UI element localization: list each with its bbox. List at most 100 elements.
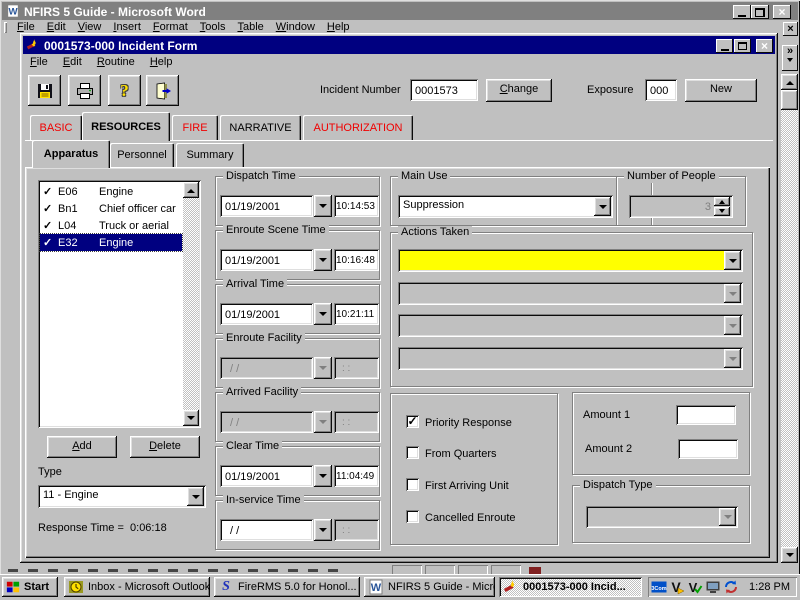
cancelled-enroute-checkbox[interactable] xyxy=(406,510,419,523)
task-word[interactable]: W NFIRS 5 Guide - Micro... xyxy=(364,577,495,597)
arrival-date-dropdown-button[interactable] xyxy=(314,303,332,325)
dialog-maximize-button[interactable] xyxy=(734,39,751,53)
dialog-menu-edit[interactable]: Edit xyxy=(57,55,88,69)
amount-1-field[interactable] xyxy=(676,405,736,425)
dialog-menu-file[interactable]: File xyxy=(24,55,54,69)
arrival-time-field[interactable]: 10:21:11 xyxy=(334,303,379,325)
word-menu-window[interactable]: Window xyxy=(270,20,321,34)
3com-tray-icon[interactable]: 3Com xyxy=(651,579,667,595)
number-of-people-spinner[interactable] xyxy=(714,197,730,216)
menubar-grip[interactable] xyxy=(4,22,7,33)
incident-form-titlebar[interactable]: 0001573-000 Incident Form × xyxy=(23,36,775,54)
subtab-summary[interactable]: Summary xyxy=(176,143,244,167)
virusscan-tray-icon[interactable]: V xyxy=(669,579,685,595)
save-button[interactable] xyxy=(28,75,61,106)
cancelled-enroute-label[interactable]: Cancelled Enroute xyxy=(425,512,516,524)
subtab-personnel[interactable]: Personnel xyxy=(110,143,174,167)
word-minimize-button[interactable] xyxy=(733,5,751,19)
apparatus-listbox[interactable]: ✓ E06 Engine ✓ Bn1 Chief officer car ✓ L… xyxy=(38,180,201,428)
word-menu-tools[interactable]: Tools xyxy=(194,20,232,34)
word-menu-table[interactable]: Table xyxy=(231,20,269,34)
delete-button[interactable]: Delete xyxy=(130,436,200,458)
list-item[interactable]: ✓ E06 Engine xyxy=(40,183,182,200)
from-quarters-checkbox[interactable] xyxy=(406,446,419,459)
display-tray-icon[interactable] xyxy=(705,579,721,595)
dialog-menu-routine[interactable]: Routine xyxy=(91,55,141,69)
clear-time-field[interactable]: 11:04:49 xyxy=(334,465,379,487)
main-use-dropdown-button[interactable] xyxy=(594,197,611,216)
exit-button[interactable] xyxy=(146,75,179,106)
dialog-close-button[interactable]: × xyxy=(756,39,773,53)
enroute-scene-time-field[interactable]: 10:16:48 xyxy=(334,249,379,271)
enroute-scene-date-field[interactable]: 01/19/2001 xyxy=(220,249,313,271)
action-taken-1-dropdown-button[interactable] xyxy=(724,251,741,270)
help-button[interactable]: ? xyxy=(108,75,141,106)
add-button[interactable]: Add xyxy=(47,436,117,458)
word-menu-insert[interactable]: Insert xyxy=(107,20,147,34)
in-service-date-dropdown-button[interactable] xyxy=(314,519,332,541)
list-scroll-down-button[interactable] xyxy=(183,410,199,426)
start-button[interactable]: Start xyxy=(2,577,58,597)
print-button[interactable] xyxy=(68,75,101,106)
enroute-scene-date-dropdown-button[interactable] xyxy=(314,249,332,271)
type-dropdown-button[interactable] xyxy=(187,487,204,506)
in-service-date-field[interactable]: / / xyxy=(220,519,313,541)
dialog-minimize-button[interactable] xyxy=(716,39,733,53)
vshield-tray-icon[interactable]: V xyxy=(687,579,703,595)
word-close-button[interactable]: × xyxy=(773,5,791,19)
sync-tray-icon[interactable] xyxy=(723,579,739,595)
main-use-dropdown[interactable]: Suppression xyxy=(398,195,613,218)
scrollbar-thumb[interactable] xyxy=(781,90,798,110)
task-firerms[interactable]: S FireRMS 5.0 for Honol... xyxy=(214,577,360,597)
list-scroll-up-button[interactable] xyxy=(183,182,199,198)
spin-down-button[interactable] xyxy=(714,207,730,216)
tab-basic[interactable]: BASIC xyxy=(30,115,82,140)
exposure-field[interactable]: 000 xyxy=(645,79,677,101)
dispatch-date-field[interactable]: 01/19/2001 xyxy=(220,195,313,217)
word-menu-view[interactable]: View xyxy=(72,20,108,34)
list-item[interactable]: ✓ L04 Truck or aerial xyxy=(40,217,182,234)
new-button[interactable]: New xyxy=(685,79,757,102)
word-menu-file[interactable]: File xyxy=(11,20,41,34)
word-restore-button[interactable] xyxy=(751,5,769,19)
scroll-down-button[interactable] xyxy=(781,547,798,563)
word-vertical-scrollbar[interactable] xyxy=(781,74,798,563)
tab-fire[interactable]: FIRE xyxy=(172,115,218,140)
dispatch-time-field[interactable]: 10:14:53 xyxy=(334,195,379,217)
from-quarters-label[interactable]: From Quarters xyxy=(425,448,497,460)
tab-authorization[interactable]: AUTHORIZATION xyxy=(303,115,413,140)
list-item[interactable]: ✓ Bn1 Chief officer car xyxy=(40,200,182,217)
list-scrollbar[interactable] xyxy=(183,182,199,426)
tab-resources[interactable]: RESOURCES xyxy=(82,112,170,141)
task-incident-form-active[interactable]: 0001573-000 Incid... xyxy=(499,577,642,597)
spin-up-button[interactable] xyxy=(714,197,730,206)
first-arriving-unit-checkbox[interactable] xyxy=(406,478,419,491)
word-document-close-button[interactable]: × xyxy=(783,22,798,36)
word-menu-help[interactable]: Help xyxy=(321,20,356,34)
task-outlook[interactable]: Inbox - Microsoft Outlook xyxy=(64,577,210,597)
clear-date-field[interactable]: 01/19/2001 xyxy=(220,465,313,487)
priority-response-checkbox[interactable]: ✓ xyxy=(406,415,419,428)
change-button[interactable]: Change xyxy=(486,79,552,102)
tray-clock: 1:28 PM xyxy=(749,581,797,593)
incident-number-field[interactable]: 0001573 xyxy=(410,79,478,101)
type-dropdown[interactable]: 11 - Engine xyxy=(38,485,206,508)
list-item-selected[interactable]: ✓ E32 Engine xyxy=(40,234,182,251)
priority-response-label[interactable]: Priority Response xyxy=(425,417,512,429)
action-taken-1-dropdown[interactable] xyxy=(398,249,743,272)
first-arriving-unit-label[interactable]: First Arriving Unit xyxy=(425,480,509,492)
task-firerms-label: FireRMS 5.0 for Honol... xyxy=(238,581,357,593)
tab-narrative[interactable]: NARRATIVE xyxy=(220,115,301,140)
word-titlebar[interactable]: W NFIRS 5 Guide - Microsoft Word × xyxy=(2,2,798,20)
dispatch-date-dropdown-button[interactable] xyxy=(314,195,332,217)
dialog-menu-help[interactable]: Help xyxy=(144,55,179,69)
word-menu-format[interactable]: Format xyxy=(147,20,194,34)
word-toolbar-overflow-button[interactable]: » xyxy=(782,45,798,71)
scroll-up-button[interactable] xyxy=(781,74,798,90)
clear-date-dropdown-button[interactable] xyxy=(314,465,332,487)
arrival-date-field[interactable]: 01/19/2001 xyxy=(220,303,313,325)
amount-2-field[interactable] xyxy=(678,439,738,459)
subtab-apparatus[interactable]: Apparatus xyxy=(32,140,110,168)
number-of-people-value: 3 xyxy=(705,201,711,213)
word-menu-edit[interactable]: Edit xyxy=(41,20,72,34)
